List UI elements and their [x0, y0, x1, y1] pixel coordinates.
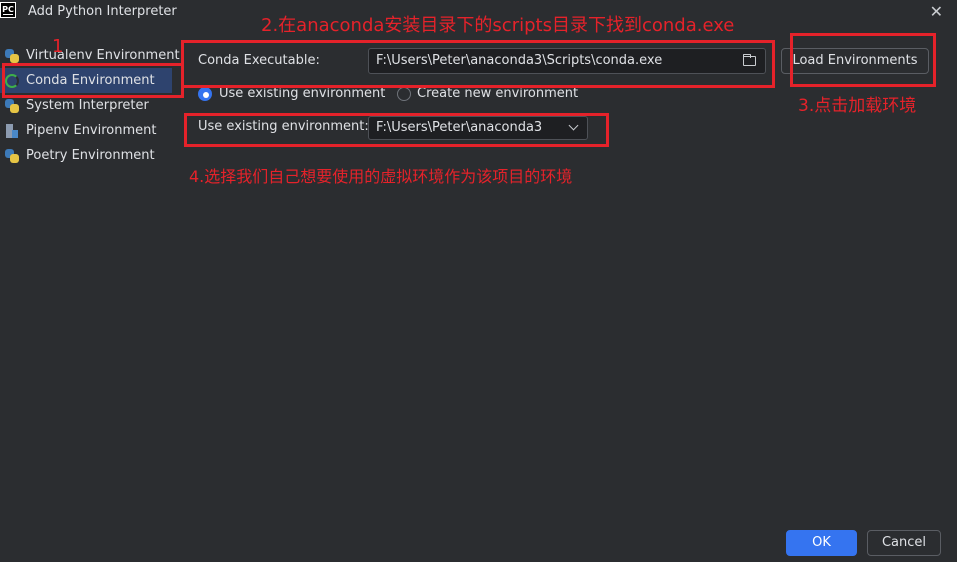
radio-create-new-label[interactable]: Create new environment: [417, 86, 578, 101]
annotation-box-step4: [184, 113, 609, 147]
radio-use-existing-label[interactable]: Use existing environment: [219, 86, 385, 101]
python-icon: [5, 49, 19, 63]
python-icon: [5, 149, 19, 163]
window-title: Add Python Interpreter: [28, 4, 177, 19]
pycharm-logo-icon: PC: [0, 2, 16, 18]
annotation-box-step2: [181, 40, 775, 88]
annotation-step2: 2.在anaconda安装目录下的scripts目录下找到conda.exe: [261, 15, 735, 36]
sidebar-item-label: Pipenv Environment: [26, 123, 157, 138]
radio-create-new[interactable]: [397, 87, 411, 101]
ok-button[interactable]: OK: [786, 530, 857, 556]
pipenv-icon: [5, 124, 19, 138]
sidebar-item-label: System Interpreter: [26, 98, 149, 113]
annotation-step4: 4.选择我们自己想要使用的虚拟环境作为该项目的环境: [189, 167, 573, 186]
cancel-button[interactable]: Cancel: [867, 530, 941, 556]
radio-use-existing[interactable]: [198, 87, 212, 101]
close-icon[interactable]: ✕: [930, 2, 943, 21]
annotation-step1: 1: [52, 36, 64, 57]
annotation-box-step3: [790, 33, 936, 87]
sidebar-item-label: Virtualenv Environment: [26, 48, 180, 63]
annotation-box-step1: [2, 63, 184, 98]
python-icon: [5, 99, 19, 113]
sidebar-item-poetry[interactable]: Poetry Environment: [0, 143, 172, 168]
sidebar-item-label: Poetry Environment: [26, 148, 155, 163]
annotation-step3: 3.点击加载环境: [798, 96, 917, 116]
sidebar-item-pipenv[interactable]: Pipenv Environment: [0, 118, 172, 143]
